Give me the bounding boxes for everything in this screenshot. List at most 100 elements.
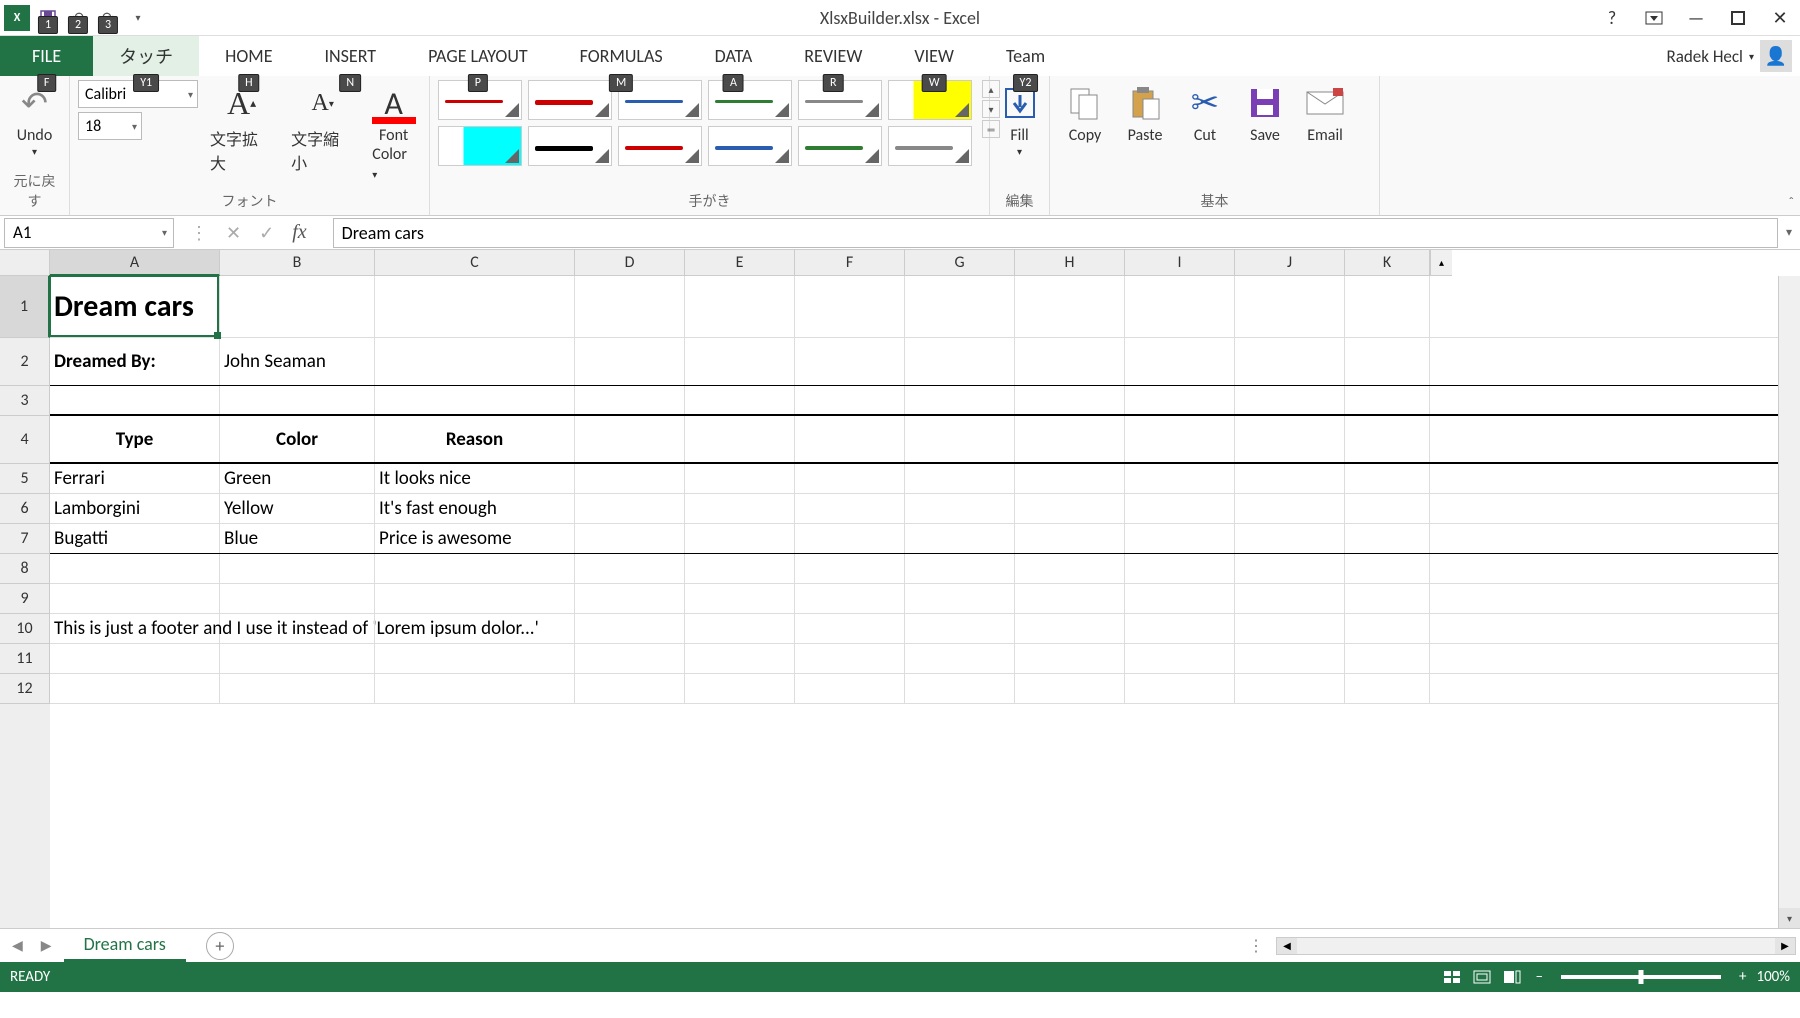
cell[interactable]	[1345, 386, 1430, 414]
cell[interactable]	[575, 644, 685, 673]
cell[interactable]	[795, 614, 905, 643]
column-header[interactable]: K	[1345, 250, 1430, 276]
cell[interactable]	[685, 524, 795, 553]
cell[interactable]	[1015, 524, 1125, 553]
name-box[interactable]: A1▾	[4, 218, 174, 248]
select-all-corner[interactable]	[0, 250, 50, 276]
maximize-icon[interactable]	[1726, 6, 1750, 30]
cell[interactable]	[795, 464, 905, 493]
undo-button[interactable]: ↶ Undo ▾	[8, 80, 62, 160]
cell[interactable]: Blue	[220, 524, 375, 553]
row-header[interactable]: 8	[0, 554, 50, 584]
tab-formulas[interactable]: FORMULASM	[554, 36, 689, 76]
cell[interactable]	[905, 614, 1015, 643]
cell[interactable]	[575, 338, 685, 385]
cell[interactable]	[1015, 554, 1125, 583]
enlarge-text-button[interactable]: A▴文字拡大	[204, 80, 279, 176]
cell[interactable]	[1125, 614, 1235, 643]
cell[interactable]	[905, 386, 1015, 414]
cell[interactable]	[575, 614, 685, 643]
pen-gallery[interactable]	[438, 80, 972, 166]
view-pagelayout-icon[interactable]	[1468, 966, 1496, 988]
copy-button[interactable]: Copy	[1058, 80, 1112, 147]
font-size-combo[interactable]: 18▾	[78, 112, 142, 140]
column-header[interactable]: B	[220, 250, 375, 276]
cell[interactable]	[1015, 494, 1125, 523]
cell[interactable]	[220, 276, 375, 337]
vertical-scrollbar[interactable]: ▾	[1778, 276, 1800, 928]
row-header[interactable]: 7	[0, 524, 50, 554]
cell[interactable]	[220, 674, 375, 703]
cell[interactable]	[375, 554, 575, 583]
add-sheet-button[interactable]: +	[206, 932, 234, 960]
cell[interactable]	[685, 276, 795, 337]
zoom-out-icon[interactable]: –	[1536, 968, 1543, 986]
cell[interactable]	[685, 386, 795, 414]
cut-button[interactable]: ✂Cut	[1178, 80, 1232, 147]
cell[interactable]	[1125, 674, 1235, 703]
cell[interactable]	[1015, 614, 1125, 643]
cell[interactable]	[1235, 674, 1345, 703]
cell[interactable]: Type	[50, 416, 220, 462]
cell[interactable]	[905, 644, 1015, 673]
row-header[interactable]: 2	[0, 338, 50, 386]
column-header[interactable]: F	[795, 250, 905, 276]
horizontal-scrollbar[interactable]: ◀ ▶	[1276, 937, 1796, 955]
cell[interactable]	[1015, 386, 1125, 414]
cell[interactable]	[795, 386, 905, 414]
column-header[interactable]: E	[685, 250, 795, 276]
cell[interactable]	[1015, 464, 1125, 493]
zoom-level[interactable]: 100%	[1756, 968, 1790, 986]
paste-button[interactable]: Paste	[1118, 80, 1172, 147]
cell[interactable]	[375, 644, 575, 673]
cell[interactable]	[1235, 386, 1345, 414]
cell[interactable]	[575, 416, 685, 462]
row-header[interactable]: 1	[0, 276, 50, 338]
cell[interactable]	[795, 416, 905, 462]
column-header[interactable]: I	[1125, 250, 1235, 276]
cell[interactable]	[1345, 674, 1430, 703]
cell[interactable]	[905, 524, 1015, 553]
cell[interactable]	[1235, 416, 1345, 462]
cell[interactable]	[795, 338, 905, 385]
column-header[interactable]: C	[375, 250, 575, 276]
save-button[interactable]: Save	[1238, 80, 1292, 147]
row-header[interactable]: 12	[0, 674, 50, 704]
column-header[interactable]: J	[1235, 250, 1345, 276]
cell[interactable]	[685, 416, 795, 462]
cell[interactable]	[905, 494, 1015, 523]
cell[interactable]	[1015, 584, 1125, 613]
column-header[interactable]: G	[905, 250, 1015, 276]
pen-green[interactable]	[708, 80, 792, 120]
cell[interactable]	[1125, 416, 1235, 462]
cell[interactable]	[220, 614, 375, 643]
cell[interactable]	[50, 554, 220, 583]
pen-gray-med[interactable]	[888, 126, 972, 166]
cell[interactable]	[575, 386, 685, 414]
cell[interactable]	[1125, 276, 1235, 337]
cell[interactable]	[905, 276, 1015, 337]
column-header[interactable]: A	[50, 250, 220, 276]
cell[interactable]: Green	[220, 464, 375, 493]
qat-redo-icon[interactable]: ↷3	[96, 6, 120, 30]
cell[interactable]	[685, 338, 795, 385]
cell[interactable]	[905, 674, 1015, 703]
cell[interactable]	[1125, 338, 1235, 385]
cell[interactable]: Price is awesome	[375, 524, 575, 553]
cell[interactable]	[1235, 644, 1345, 673]
cell[interactable]	[575, 554, 685, 583]
cell[interactable]	[1015, 338, 1125, 385]
cell[interactable]	[905, 338, 1015, 385]
cell[interactable]	[1345, 554, 1430, 583]
cell[interactable]: Dreamed By:	[50, 338, 220, 385]
cancel-formula-icon[interactable]: ✕	[226, 222, 241, 244]
cell[interactable]	[50, 386, 220, 414]
cell[interactable]	[905, 554, 1015, 583]
row-header[interactable]: 10	[0, 614, 50, 644]
scroll-down-icon[interactable]: ▾	[1779, 908, 1800, 928]
cell[interactable]	[795, 554, 905, 583]
cell[interactable]	[1125, 554, 1235, 583]
expand-formula-bar-icon[interactable]: ▾	[1778, 225, 1800, 240]
cell[interactable]	[375, 338, 575, 385]
cell[interactable]	[575, 584, 685, 613]
